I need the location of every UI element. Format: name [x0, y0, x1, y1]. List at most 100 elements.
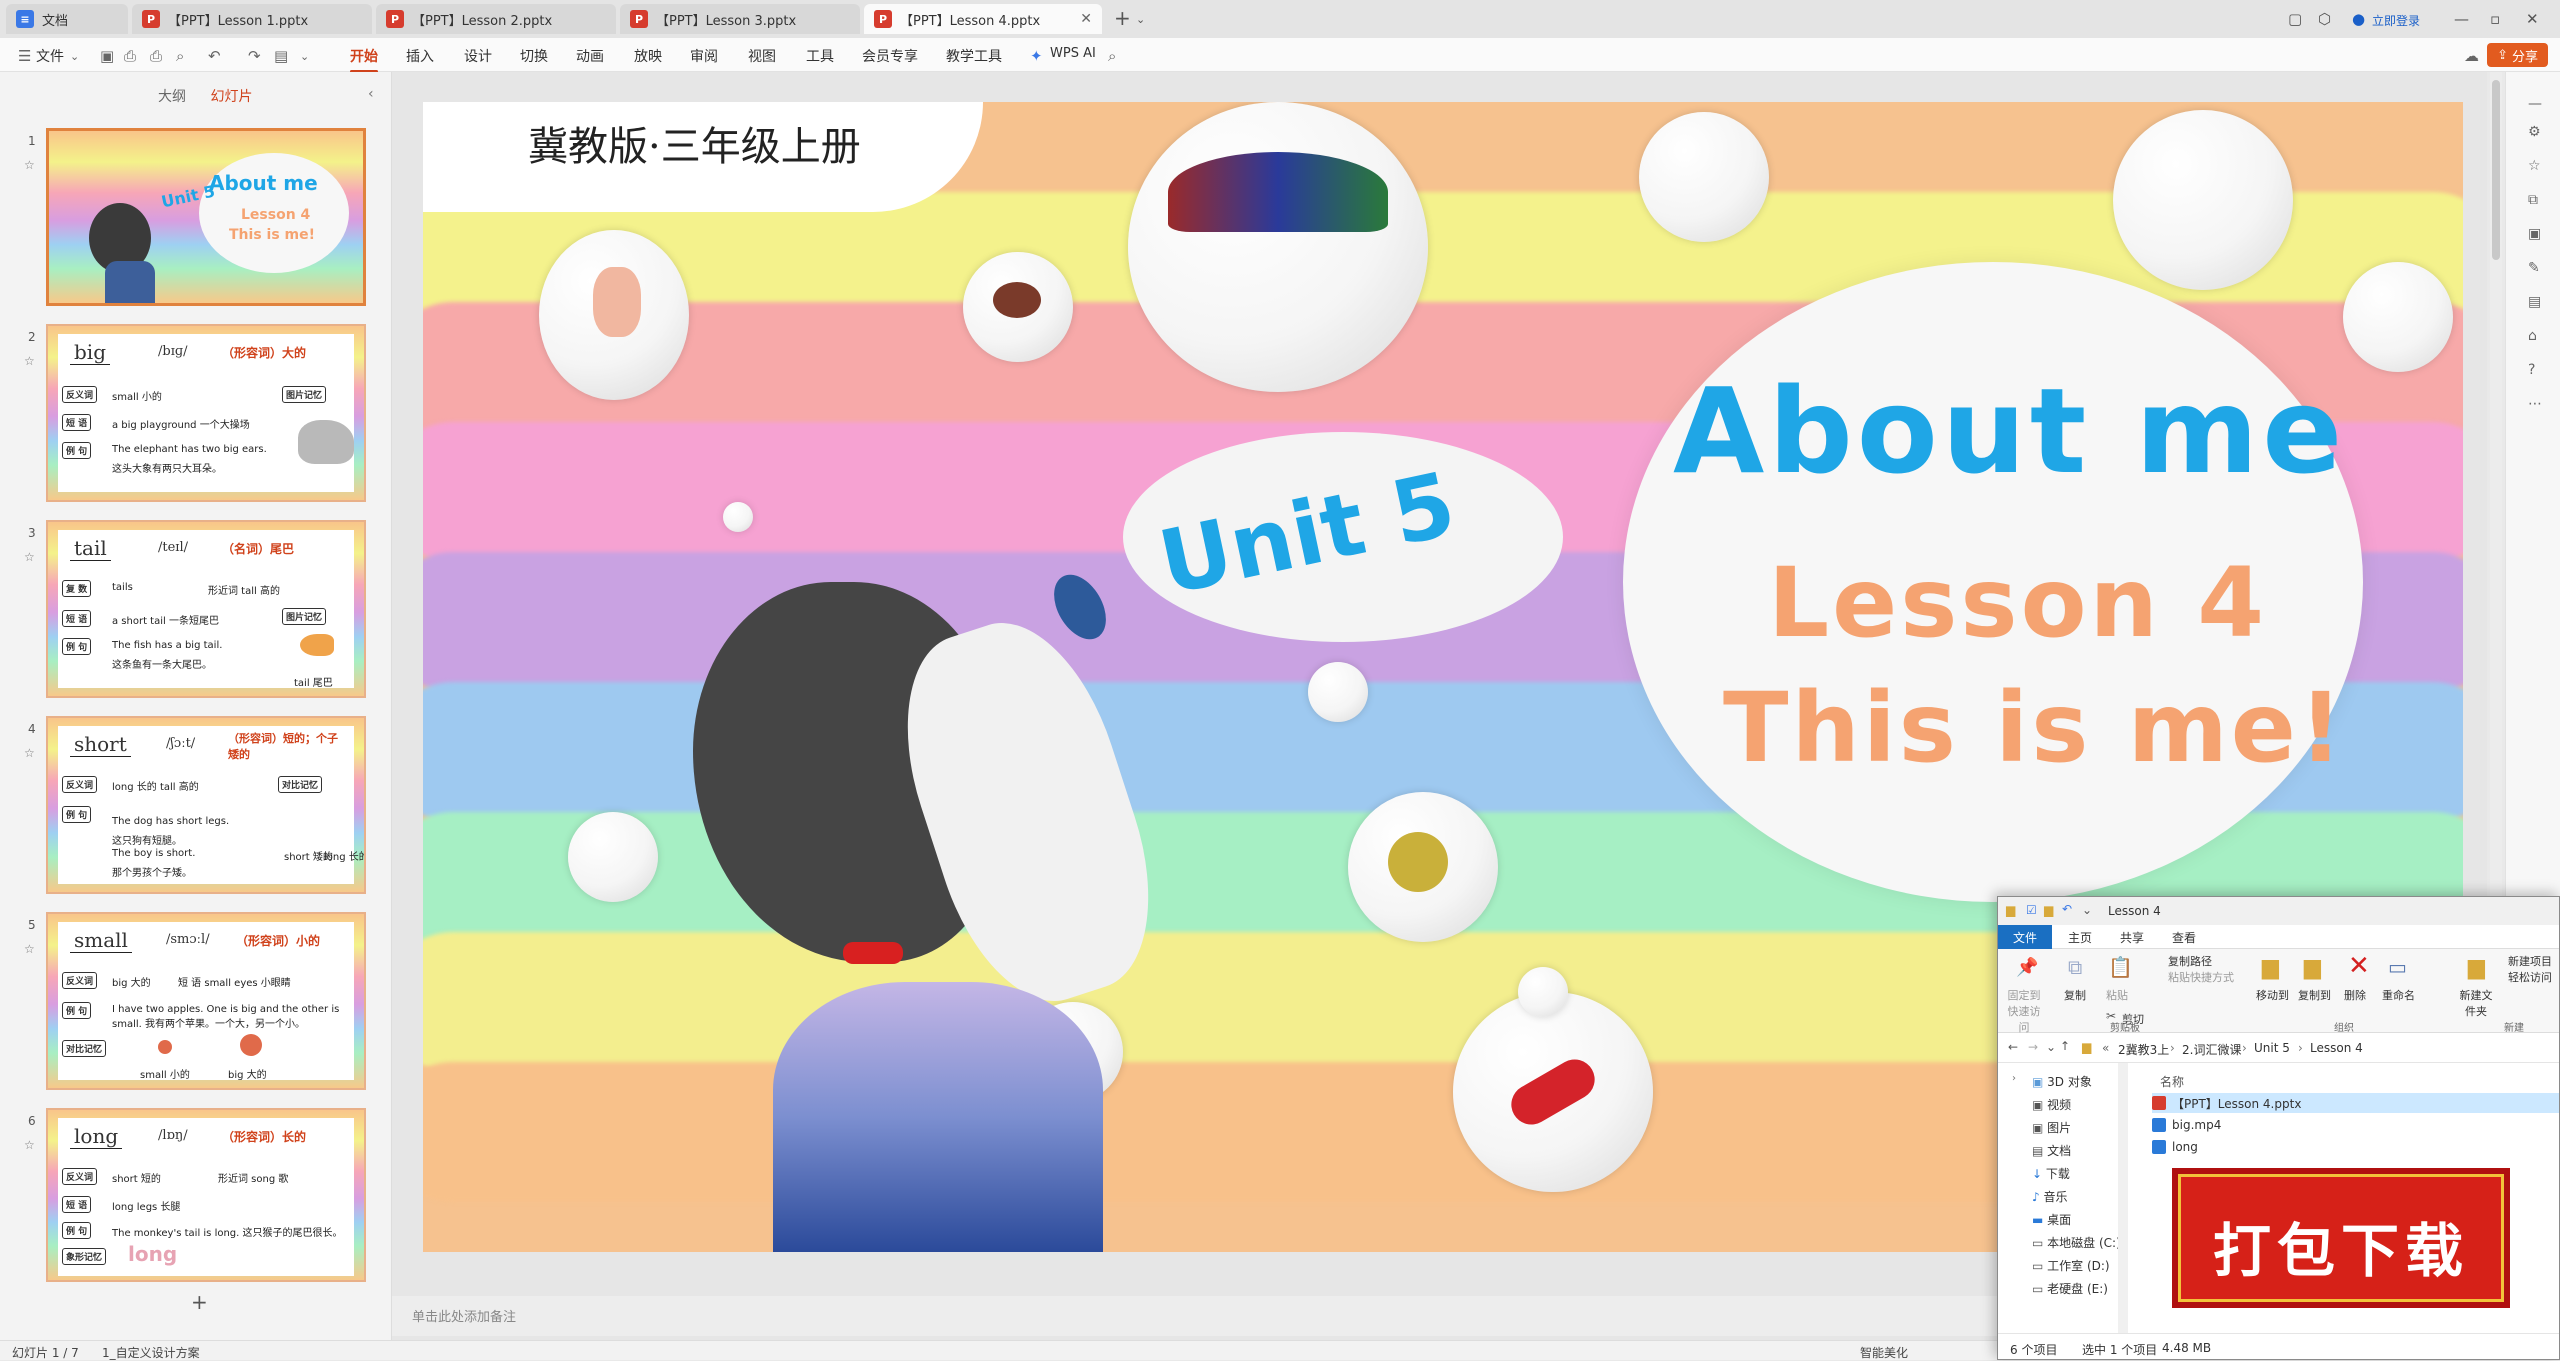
chevron-down-icon[interactable]: ⌄ [2082, 903, 2092, 917]
nav-pictures[interactable]: ▣ 图片 [2032, 1119, 2071, 1136]
nav-videos[interactable]: ▣ 视频 [2032, 1096, 2071, 1113]
undo-icon[interactable]: ↶ [2062, 902, 2072, 916]
slide-thumbnail-1[interactable]: About me Lesson 4 This is me! Unit 5 [46, 128, 366, 306]
cloud-sync-icon[interactable]: ☁ [2464, 47, 2479, 65]
notes-area[interactable]: 单击此处添加备注 [392, 1296, 2002, 1336]
tab-lesson3[interactable]: P 【PPT】Lesson 3.pptx [620, 4, 860, 34]
tab-slides[interactable]: 幻灯片 [210, 86, 252, 106]
undo-icon[interactable]: ↶ [208, 47, 221, 65]
chevron-down-icon[interactable]: ⌄ [300, 50, 309, 63]
star-icon[interactable]: ☆ [24, 354, 35, 368]
back-icon[interactable]: ← [2008, 1040, 2018, 1054]
menu-tools[interactable]: 工具 [806, 46, 834, 66]
menu-review[interactable]: 审阅 [690, 46, 718, 66]
search-icon[interactable]: ⌕ [1108, 47, 1116, 65]
menu-member[interactable]: 会员专享 [862, 46, 918, 66]
star-icon[interactable]: ☆ [24, 550, 35, 564]
menu-slideshow[interactable]: 放映 [634, 46, 662, 66]
ribbon-tab-home[interactable]: 主页 [2068, 929, 2092, 946]
format-painter-icon[interactable]: ▤ [274, 47, 288, 65]
easy-access-button[interactable]: 轻松访问 [2508, 969, 2552, 985]
tab-lesson1[interactable]: P 【PPT】Lesson 1.pptx [132, 4, 372, 34]
breadcrumb-item[interactable]: 2.词汇微课 [2182, 1041, 2241, 1058]
share-button[interactable]: ⇪ 分享 [2487, 43, 2548, 67]
minimize-icon[interactable]: — [2454, 10, 2469, 28]
breadcrumb-item[interactable]: Unit 5 [2254, 1041, 2290, 1055]
forward-icon[interactable]: → [2028, 1040, 2038, 1054]
menu-view[interactable]: 视图 [748, 46, 776, 66]
menu-file[interactable]: 文件 [36, 46, 64, 66]
smart-beautify[interactable]: 智能美化 [1860, 1344, 1908, 1361]
star-icon[interactable]: ☆ [24, 942, 35, 956]
nav-drive-e[interactable]: ▭ 老硬盘 (E:) [2032, 1280, 2108, 1297]
download-banner[interactable]: 打包下载 [2172, 1168, 2510, 1308]
tab-lesson2[interactable]: P 【PPT】Lesson 2.pptx [376, 4, 616, 34]
properties-icon[interactable]: ☑ [2026, 903, 2037, 917]
new-item-button[interactable]: 新建项目 [2508, 953, 2552, 969]
slide-thumbnail-3[interactable]: tail /teɪl/ （名词）尾巴 复 数 tails 形近词 tall 高的… [46, 520, 366, 698]
close-window-icon[interactable]: ✕ [2526, 10, 2539, 28]
settings-icon[interactable]: ⚙ [2528, 124, 2541, 140]
chevron-down-icon[interactable]: ⌄ [1136, 13, 1145, 26]
menu-animations[interactable]: 动画 [576, 46, 604, 66]
copy-icon[interactable]: ⧉ [2528, 192, 2538, 208]
file-item[interactable]: long [2152, 1137, 2559, 1157]
chevron-down-icon[interactable]: ⌄ [2046, 1040, 2056, 1054]
print-preview-icon[interactable]: ⌕ [176, 47, 184, 65]
menu-teaching-tools[interactable]: 教学工具 [946, 46, 1002, 66]
move-to-button[interactable]: 移动到 [2256, 987, 2289, 1003]
scrollbar-thumb[interactable] [2492, 80, 2500, 260]
maximize-icon[interactable]: ▫ [2490, 10, 2500, 28]
collapse-icon[interactable]: — [2528, 96, 2542, 112]
file-item[interactable]: 【PPT】Lesson 4.pptx [2152, 1093, 2559, 1113]
add-slide-button[interactable]: + [191, 1290, 208, 1314]
breadcrumb-item[interactable]: 2冀教3上 [2118, 1041, 2169, 1058]
star-icon[interactable]: ☆ [24, 158, 35, 172]
pin-quick-access[interactable]: 固定到快速访问 [2004, 987, 2044, 1035]
copy-path-button[interactable]: 复制路径 [2168, 953, 2212, 969]
menu-wps-ai[interactable]: WPS AI [1050, 46, 1096, 61]
nav-3d-objects[interactable]: ▣ 3D 对象 [2032, 1073, 2092, 1090]
help-icon[interactable]: ? [2528, 362, 2535, 378]
user-avatar-icon[interactable]: ● [2352, 10, 2365, 28]
column-header-name[interactable]: 名称 [2160, 1073, 2184, 1090]
more-icon[interactable]: ⋯ [2528, 396, 2542, 412]
nav-drive-c[interactable]: ▭ 本地磁盘 (C:) [2032, 1234, 2121, 1251]
star-icon[interactable]: ☆ [2528, 158, 2541, 174]
menu-home[interactable]: 开始 [350, 46, 378, 73]
new-folder-button[interactable]: 新建文件夹 [2456, 987, 2496, 1019]
star-icon[interactable]: ☆ [24, 746, 35, 760]
star-icon[interactable]: ☆ [24, 1138, 35, 1152]
hamburger-icon[interactable]: ☰ [18, 47, 31, 65]
box-icon[interactable]: ⬡ [2318, 10, 2331, 28]
expand-icon[interactable]: › [2012, 1073, 2016, 1084]
print-icon[interactable]: ⎙ [150, 47, 162, 65]
tab-lesson4[interactable]: P 【PPT】Lesson 4.pptx ✕ [864, 4, 1102, 34]
window-layout-icon[interactable]: ▢ [2288, 10, 2302, 28]
ribbon-tab-view[interactable]: 查看 [2172, 929, 2196, 946]
address-bar[interactable]: ← → ⌄ ↑ ▆ « 2冀教3上 › 2.词汇微课 › Unit 5 › Le… [1998, 1033, 2559, 1063]
redo-icon[interactable]: ↷ [248, 47, 261, 65]
up-icon[interactable]: ↑ [2060, 1039, 2070, 1053]
paste-shortcut-button[interactable]: 粘贴快捷方式 [2168, 969, 2234, 985]
export-pdf-icon[interactable]: ⎙ [124, 47, 136, 65]
save-icon[interactable]: ▣ [100, 47, 114, 65]
menu-transitions[interactable]: 切换 [520, 46, 548, 66]
nav-scrollbar[interactable] [2118, 1063, 2128, 1333]
slide-thumbnail-5[interactable]: small /smɔːl/ （形容词）小的 反义词 big 大的 短 语 sma… [46, 912, 366, 1090]
slide-thumbnail-6[interactable]: long /lɒŋ/ （形容词）长的 反义词 short 短的 形近词 song… [46, 1108, 366, 1282]
nav-drive-d[interactable]: ▭ 工作室 (D:) [2032, 1257, 2110, 1274]
file-item[interactable]: big.mp4 [2152, 1115, 2559, 1135]
copy-button[interactable]: 复制 [2064, 987, 2086, 1003]
login-link[interactable]: 立即登录 [2372, 12, 2420, 29]
new-tab-icon[interactable]: + [1114, 6, 1131, 30]
nav-music[interactable]: ♪ 音乐 [2032, 1188, 2068, 1205]
tab-documents[interactable]: ≡ 文档 [6, 4, 128, 34]
collapse-panel-icon[interactable]: ‹ [368, 86, 374, 102]
menu-insert[interactable]: 插入 [406, 46, 434, 66]
rename-button[interactable]: 重命名 [2382, 987, 2415, 1003]
chevron-down-icon[interactable]: ⌄ [70, 50, 79, 63]
menu-design[interactable]: 设计 [464, 46, 492, 66]
document-icon[interactable]: ▤ [2528, 294, 2541, 310]
nav-documents[interactable]: ▤ 文档 [2032, 1142, 2071, 1159]
